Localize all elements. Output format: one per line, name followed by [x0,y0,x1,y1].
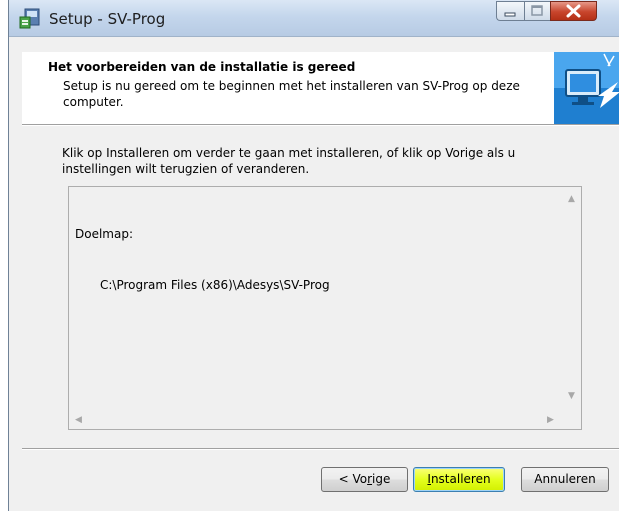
minimize-button[interactable] [496,1,524,21]
back-label-pre: < Vo [338,472,368,486]
install-button[interactable]: Installeren [413,467,505,492]
window-title: Setup - SV-Prog [49,10,166,28]
scroll-left-icon[interactable]: ◀ [75,416,82,425]
cancel-button[interactable]: Annuleren [521,467,609,492]
destination-label: Doelmap: [75,227,134,241]
setup-window: Setup - SV-Prog Het voorbereiden van de … [8,0,619,511]
page-description: Setup is nu gereed om te beginnen met he… [63,79,520,109]
page-title: Het voorbereiden van de installatie is g… [48,60,356,74]
horizontal-scrollbar[interactable]: ◀ ▶ [69,412,564,429]
header-separator [22,124,619,126]
back-button[interactable]: < Vorige [321,467,408,492]
maximize-button[interactable] [524,1,550,21]
instruction-text: Klik op Installeren om verder te gaan me… [62,146,516,176]
minimize-icon [504,12,516,17]
close-button[interactable] [550,1,597,21]
memo-content: Doelmap: C:\Program Files (x86)\Adesys\S… [75,192,330,328]
setup-app-icon [19,8,40,29]
back-label-post: ige [372,472,391,486]
footer-separator [22,448,619,450]
wizard-computer-icon [554,52,619,124]
vertical-scrollbar[interactable]: ▲ ▼ [564,187,581,412]
destination-path: C:\Program Files (x86)\Adesys\SV-Prog [100,278,330,292]
scroll-up-icon[interactable]: ▲ [568,195,575,204]
scroll-right-icon[interactable]: ▶ [547,416,554,425]
close-icon [566,4,581,18]
title-bar[interactable]: Setup - SV-Prog [9,0,619,37]
maximize-icon [531,5,543,16]
install-label-post: nstalleren [430,472,491,486]
ready-memo[interactable]: Doelmap: C:\Program Files (x86)\Adesys\S… [68,186,582,430]
wizard-header: Het voorbereiden van de installatie is g… [22,52,619,124]
scroll-down-icon[interactable]: ▼ [568,392,575,401]
